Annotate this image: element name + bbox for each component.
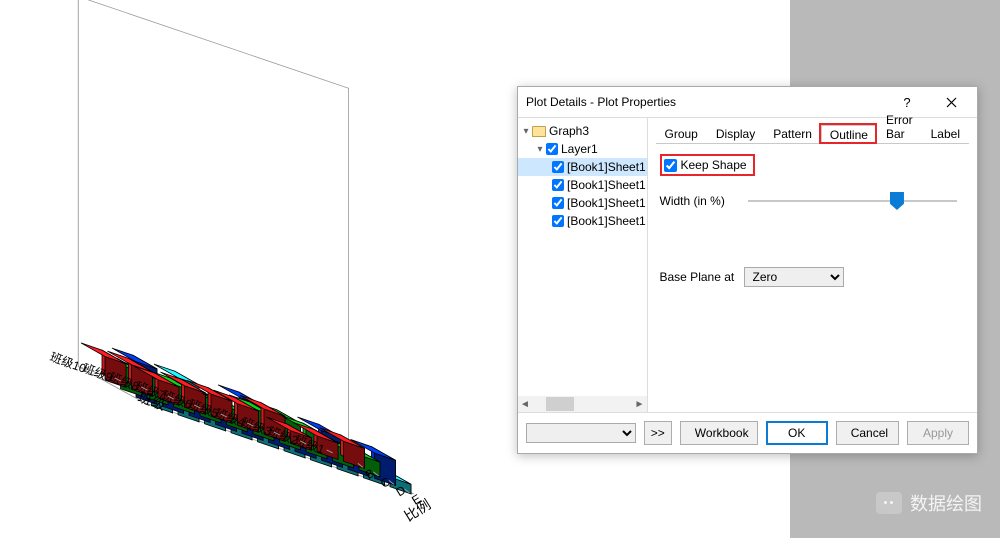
tree-layer[interactable]: ▾Layer1	[518, 140, 647, 158]
plot-type-select[interactable]	[526, 423, 636, 443]
tree-item-label: [Book1]Sheet1	[567, 178, 646, 192]
wechat-icon	[876, 492, 902, 514]
tree-horizontal-scrollbar[interactable]: ◄ ►	[518, 396, 647, 412]
tree-item[interactable]: [Book1]Sheet1	[518, 212, 647, 230]
svg-text:比例: 比例	[401, 496, 433, 524]
tree-item-checkbox[interactable]	[552, 215, 564, 227]
folder-icon	[532, 126, 546, 137]
tree-root-label: Graph3	[549, 124, 589, 138]
tree-item-label: [Book1]Sheet1	[567, 196, 646, 210]
tab-pattern[interactable]: Pattern	[764, 124, 821, 143]
apply-button[interactable]: Apply	[907, 421, 969, 445]
dialog-button-row: >> Workbook OK Cancel Apply	[518, 412, 977, 453]
width-slider[interactable]	[744, 200, 966, 202]
keep-shape-checkbox[interactable]	[664, 159, 677, 172]
base-plane-select[interactable]: Zero	[744, 267, 844, 287]
tree-item-label: [Book1]Sheet1	[567, 160, 646, 174]
tab-outline[interactable]: Outline	[821, 125, 877, 144]
close-icon	[946, 97, 957, 108]
tree-item[interactable]: [Book1]Sheet1	[518, 158, 647, 176]
3d-bar-chart: 班级1班级2班级3班级4班级5班级6班级7班级8班级9班级10班级BCDE比例	[0, 0, 560, 538]
tree-item[interactable]: [Book1]Sheet1	[518, 194, 647, 212]
workbook-button[interactable]: Workbook	[680, 421, 758, 445]
properties-panel: GroupDisplayPatternOutlineError BarLabel…	[648, 118, 978, 412]
plot-details-dialog: Plot Details - Plot Properties ? ▾Graph3…	[517, 86, 978, 454]
base-plane-label: Base Plane at	[660, 270, 744, 284]
layer-checkbox[interactable]	[546, 143, 558, 155]
ok-button[interactable]: OK	[766, 421, 828, 445]
dialog-title: Plot Details - Plot Properties	[526, 95, 676, 109]
keep-shape-highlight: Keep Shape	[660, 154, 755, 176]
tabs: GroupDisplayPatternOutlineError BarLabel	[656, 122, 970, 144]
tree-item-checkbox[interactable]	[552, 161, 564, 173]
cancel-button[interactable]: Cancel	[836, 421, 899, 445]
watermark: 数据绘图	[876, 490, 982, 516]
keep-shape-label: Keep Shape	[681, 158, 747, 172]
expand-button[interactable]: >>	[644, 421, 672, 445]
close-button[interactable]	[929, 88, 973, 116]
tree-item-checkbox[interactable]	[552, 197, 564, 209]
tab-display[interactable]: Display	[707, 124, 764, 143]
tab-group[interactable]: Group	[656, 124, 707, 143]
tree-root[interactable]: ▾Graph3	[518, 122, 647, 140]
tree-item-checkbox[interactable]	[552, 179, 564, 191]
tab-label[interactable]: Label	[922, 124, 969, 143]
slider-thumb[interactable]	[890, 192, 904, 210]
tab-error-bar[interactable]: Error Bar	[877, 110, 922, 143]
tree-item[interactable]: [Book1]Sheet1	[518, 176, 647, 194]
watermark-text: 数据绘图	[910, 490, 982, 516]
tree-layer-label: Layer1	[561, 142, 598, 156]
tree-panel: ▾Graph3▾Layer1 [Book1]Sheet1 [Book1]Sheet1…	[518, 118, 648, 412]
width-label: Width (in %)	[660, 194, 744, 208]
tree-item-label: [Book1]Sheet1	[567, 214, 646, 228]
